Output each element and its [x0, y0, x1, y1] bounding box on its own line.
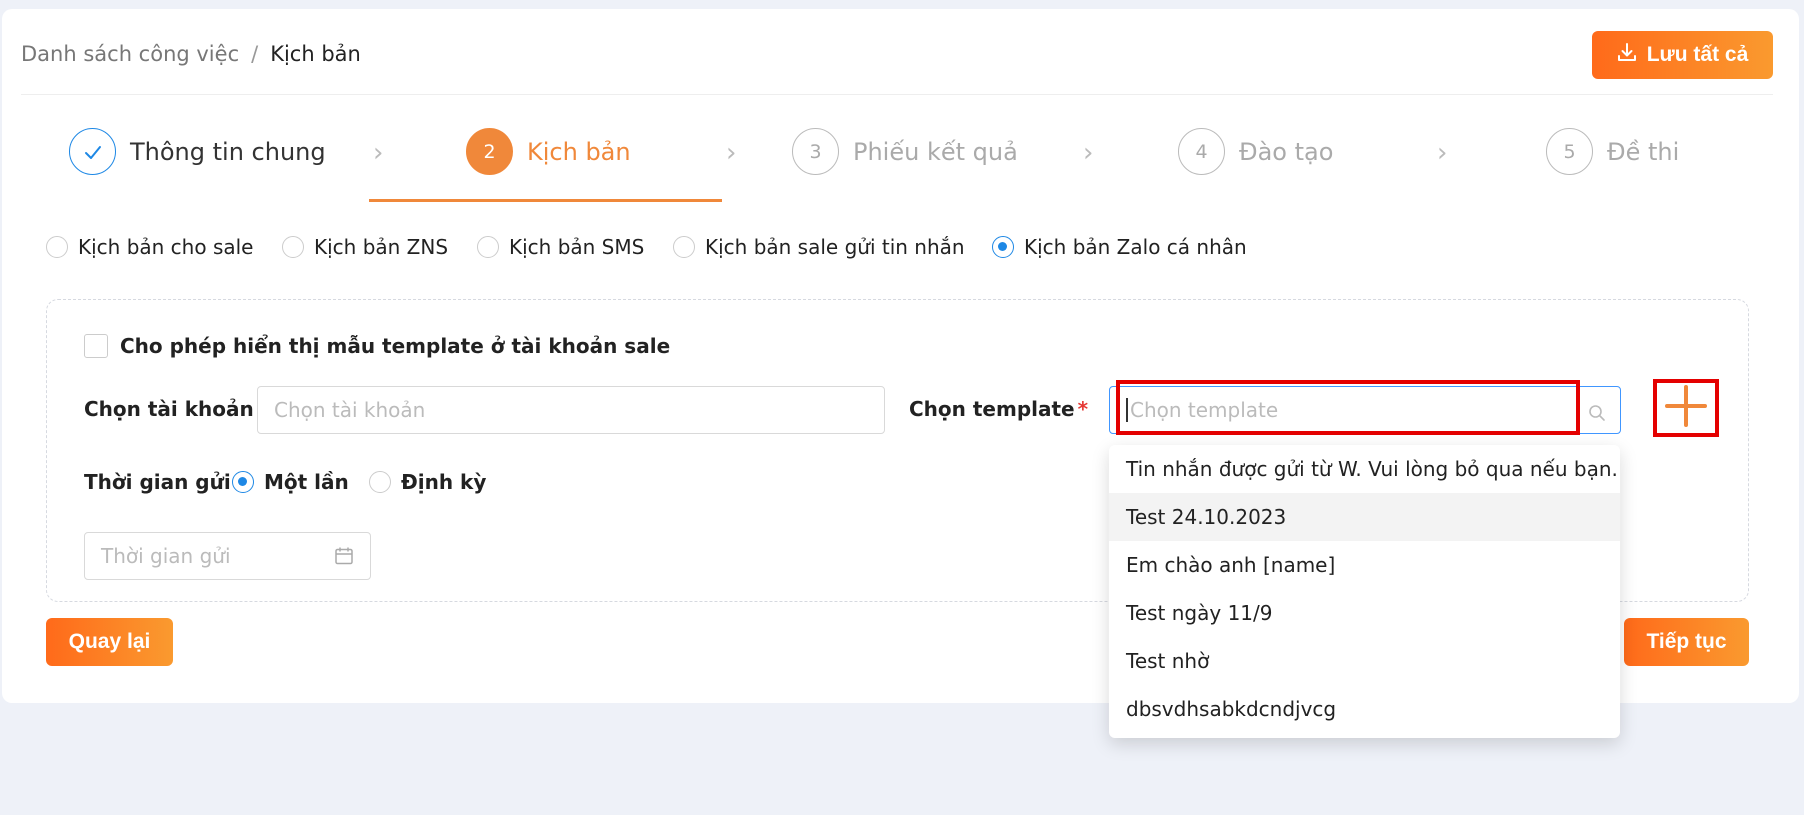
step-script[interactable]: 2 Kịch bản	[466, 128, 631, 175]
step-label: Đề thi	[1607, 137, 1680, 166]
chevron-right-icon: ›	[1437, 138, 1448, 168]
required-mark: *	[1077, 397, 1089, 421]
template-label: Chọn template *	[909, 397, 1088, 421]
download-icon	[1617, 42, 1637, 68]
chevron-right-icon: ›	[726, 138, 737, 168]
account-label: Chọn tài khoản*	[84, 397, 267, 421]
send-periodic-option[interactable]: Định kỳ	[369, 470, 486, 494]
send-time-label: Thời gian gửi*	[84, 470, 244, 494]
dropdown-option[interactable]: Tin nhắn được gửi từ W. Vui lòng bỏ qua …	[1109, 445, 1620, 493]
send-time-label-text: Thời gian gửi	[84, 470, 231, 494]
active-step-underline	[369, 199, 722, 202]
step-label: Đào tạo	[1239, 137, 1334, 166]
step-number: 3	[792, 128, 839, 175]
send-once-option[interactable]: Một lần	[232, 470, 349, 494]
dropdown-option[interactable]: dbsvdhsabkdcndjvcg	[1109, 685, 1620, 733]
show-template-checkbox[interactable]	[84, 334, 108, 358]
search-icon[interactable]	[1588, 403, 1606, 427]
step-label: Thông tin chung	[130, 137, 326, 166]
plus-icon	[1664, 384, 1708, 433]
show-template-option[interactable]: Cho phép hiển thị mẫu template ở tài kho…	[84, 334, 670, 358]
header-divider	[21, 94, 1773, 95]
step-number: 4	[1178, 128, 1225, 175]
breadcrumb-current: Kịch bản	[270, 42, 361, 66]
script-type-sale-message[interactable]: Kịch bản sale gửi tin nhắn	[673, 235, 965, 259]
radio-label: Một lần	[264, 470, 349, 494]
radio-button[interactable]	[46, 236, 68, 258]
dropdown-option[interactable]: Test 24.10.2023	[1109, 493, 1620, 541]
radio-label: Kịch bản ZNS	[314, 235, 449, 259]
script-type-zalo-personal[interactable]: Kịch bản Zalo cá nhân	[992, 235, 1247, 259]
radio-button[interactable]	[673, 236, 695, 258]
radio-label: Kịch bản SMS	[509, 235, 645, 259]
radio-label: Định kỳ	[401, 470, 487, 494]
back-button[interactable]: Quay lại	[46, 618, 173, 666]
send-time-picker[interactable]: Thời gian gửi	[84, 532, 371, 580]
account-label-text: Chọn tài khoản	[84, 397, 254, 421]
radio-button[interactable]	[282, 236, 304, 258]
show-template-label: Cho phép hiển thị mẫu template ở tài kho…	[120, 334, 671, 358]
chevron-right-icon: ›	[1083, 138, 1094, 168]
radio-button[interactable]	[477, 236, 499, 258]
step-result-sheet[interactable]: 3 Phiếu kết quả	[792, 128, 1018, 175]
add-template-button[interactable]	[1653, 379, 1719, 437]
radio-label: Kịch bản cho sale	[78, 235, 254, 259]
next-button[interactable]: Tiếp tục	[1624, 618, 1749, 666]
template-dropdown: Tin nhắn được gửi từ W. Vui lòng bỏ qua …	[1109, 445, 1620, 738]
breadcrumb: Danh sách công việc / Kịch bản	[21, 42, 361, 66]
account-select[interactable]: Chọn tài khoản	[257, 386, 885, 434]
step-exam[interactable]: 5 Đề thi	[1546, 128, 1679, 175]
step-label: Phiếu kết quả	[853, 137, 1018, 166]
dropdown-option[interactable]: Em chào anh [name]	[1109, 541, 1620, 589]
radio-label: Kịch bản sale gửi tin nhắn	[705, 235, 965, 259]
step-label: Kịch bản	[527, 137, 631, 166]
script-type-sms[interactable]: Kịch bản SMS	[477, 235, 644, 259]
breadcrumb-separator: /	[251, 42, 259, 66]
send-time-placeholder: Thời gian gửi	[101, 544, 231, 568]
radio-button-selected[interactable]	[992, 236, 1014, 258]
step-general-info[interactable]: Thông tin chung	[69, 128, 326, 175]
save-all-button[interactable]: Lưu tất cả	[1592, 31, 1773, 79]
dropdown-option[interactable]: Test ngày 11/9	[1109, 589, 1620, 637]
radio-button[interactable]	[369, 471, 391, 493]
account-placeholder: Chọn tài khoản	[274, 398, 426, 422]
step-number: 5	[1546, 128, 1593, 175]
save-all-label: Lưu tất cả	[1646, 43, 1749, 66]
script-type-zns[interactable]: Kịch bản ZNS	[282, 235, 448, 259]
dropdown-option[interactable]: Test nhờ	[1109, 637, 1620, 685]
radio-button-selected[interactable]	[232, 471, 254, 493]
step-number: 2	[466, 128, 513, 175]
check-icon	[69, 128, 116, 175]
highlight-box	[1116, 380, 1580, 435]
script-type-sale[interactable]: Kịch bản cho sale	[46, 235, 254, 259]
calendar-icon	[334, 546, 354, 571]
step-training[interactable]: 4 Đào tạo	[1178, 128, 1333, 175]
template-label-text: Chọn template	[909, 397, 1075, 421]
breadcrumb-parent-link[interactable]: Danh sách công việc	[21, 42, 239, 66]
radio-label: Kịch bản Zalo cá nhân	[1024, 235, 1247, 259]
chevron-right-icon: ›	[373, 138, 384, 168]
